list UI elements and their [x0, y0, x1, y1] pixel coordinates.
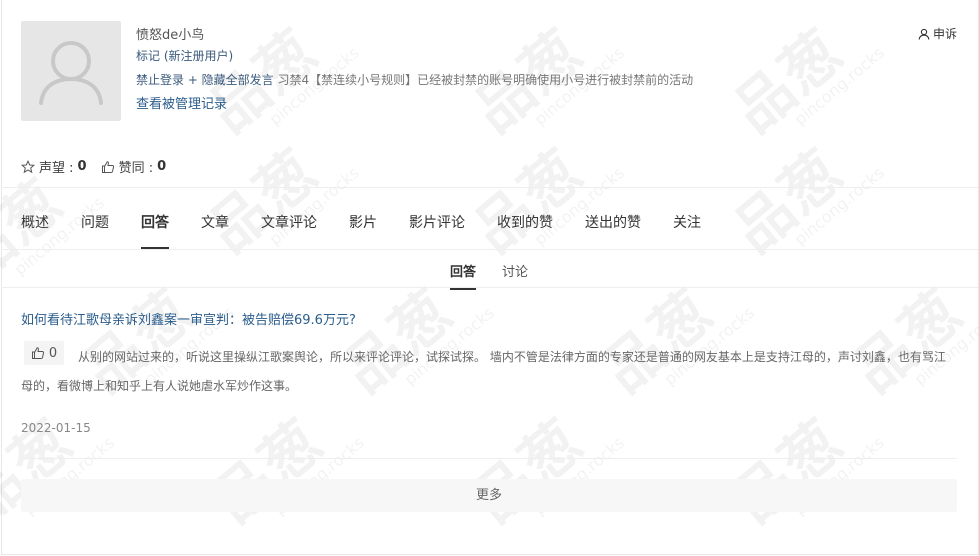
user-icon [918, 28, 930, 40]
user-tag: 标记 (新注册用户) [136, 49, 234, 63]
management-record-link[interactable]: 查看被管理记录 [136, 93, 227, 112]
divider [21, 458, 957, 459]
reputation-stat: 声望 : 0 [21, 157, 87, 176]
ban-action: 禁止登录 + 隐藏全部发言 [136, 73, 274, 87]
tab-following[interactable]: 关注 [673, 200, 733, 248]
tab-article-comments[interactable]: 文章评论 [261, 200, 349, 248]
subtab-discussions[interactable]: 讨论 [502, 261, 528, 280]
ban-notice: 禁止登录 + 隐藏全部发言 习禁4【禁连续小号规则】已经被封禁的账号明确使用小号… [136, 71, 693, 88]
star-icon [21, 159, 35, 173]
likes-stat: 赞同 : 0 [101, 157, 167, 176]
tab-videos[interactable]: 影片 [349, 200, 409, 248]
subtab-answers[interactable]: 回答 [450, 261, 477, 290]
question-title-link[interactable]: 如何看待江歌母亲诉刘鑫案一审宣判：被告赔偿69.6万元? [21, 309, 356, 328]
tab-questions[interactable]: 问题 [81, 200, 141, 248]
upvote-button[interactable]: 0 [24, 341, 64, 365]
likes-label: 赞同 : [118, 161, 154, 176]
reputation-label: 声望 : [39, 161, 74, 176]
profile-tabs: 概述 问题 回答 文章 文章评论 影片 影片评论 收到的赞 送出的赞 关注 [21, 200, 733, 249]
answer-content: 从别的网站过来的，听说这里操纵江歌案舆论，所以来评论评论，试探试探。 墙内不管是… [21, 350, 946, 393]
thumbs-up-icon [31, 347, 44, 359]
tab-articles[interactable]: 文章 [201, 200, 261, 248]
appeal-button[interactable]: 申诉 [918, 25, 957, 42]
tab-answers[interactable]: 回答 [141, 200, 169, 249]
user-stats: 声望 : 0 赞同 : 0 [21, 157, 180, 176]
answer-subtabs: 回答 讨论 [0, 252, 979, 290]
answer-date: 2022-01-15 [21, 421, 91, 435]
tab-likes-received[interactable]: 收到的赞 [497, 200, 585, 248]
tab-video-comments[interactable]: 影片评论 [409, 200, 497, 248]
divider [1, 187, 978, 188]
username: 愤怒de小鸟 [136, 28, 205, 43]
appeal-label: 申诉 [933, 27, 958, 41]
load-more-button[interactable]: 更多 [21, 479, 957, 512]
avatar [21, 21, 121, 121]
vote-count: 0 [48, 345, 58, 361]
ban-reason: 习禁4【禁连续小号规则】已经被封禁的账号明确使用小号进行被封禁前的活动 [277, 73, 694, 87]
tab-overview[interactable]: 概述 [21, 200, 81, 248]
thumbs-up-icon [101, 160, 114, 173]
divider [1, 287, 978, 288]
user-silhouette-icon [39, 41, 103, 105]
likes-value: 0 [157, 159, 167, 174]
tab-likes-given[interactable]: 送出的赞 [585, 200, 673, 248]
divider [1, 249, 978, 250]
reputation-value: 0 [77, 159, 87, 174]
